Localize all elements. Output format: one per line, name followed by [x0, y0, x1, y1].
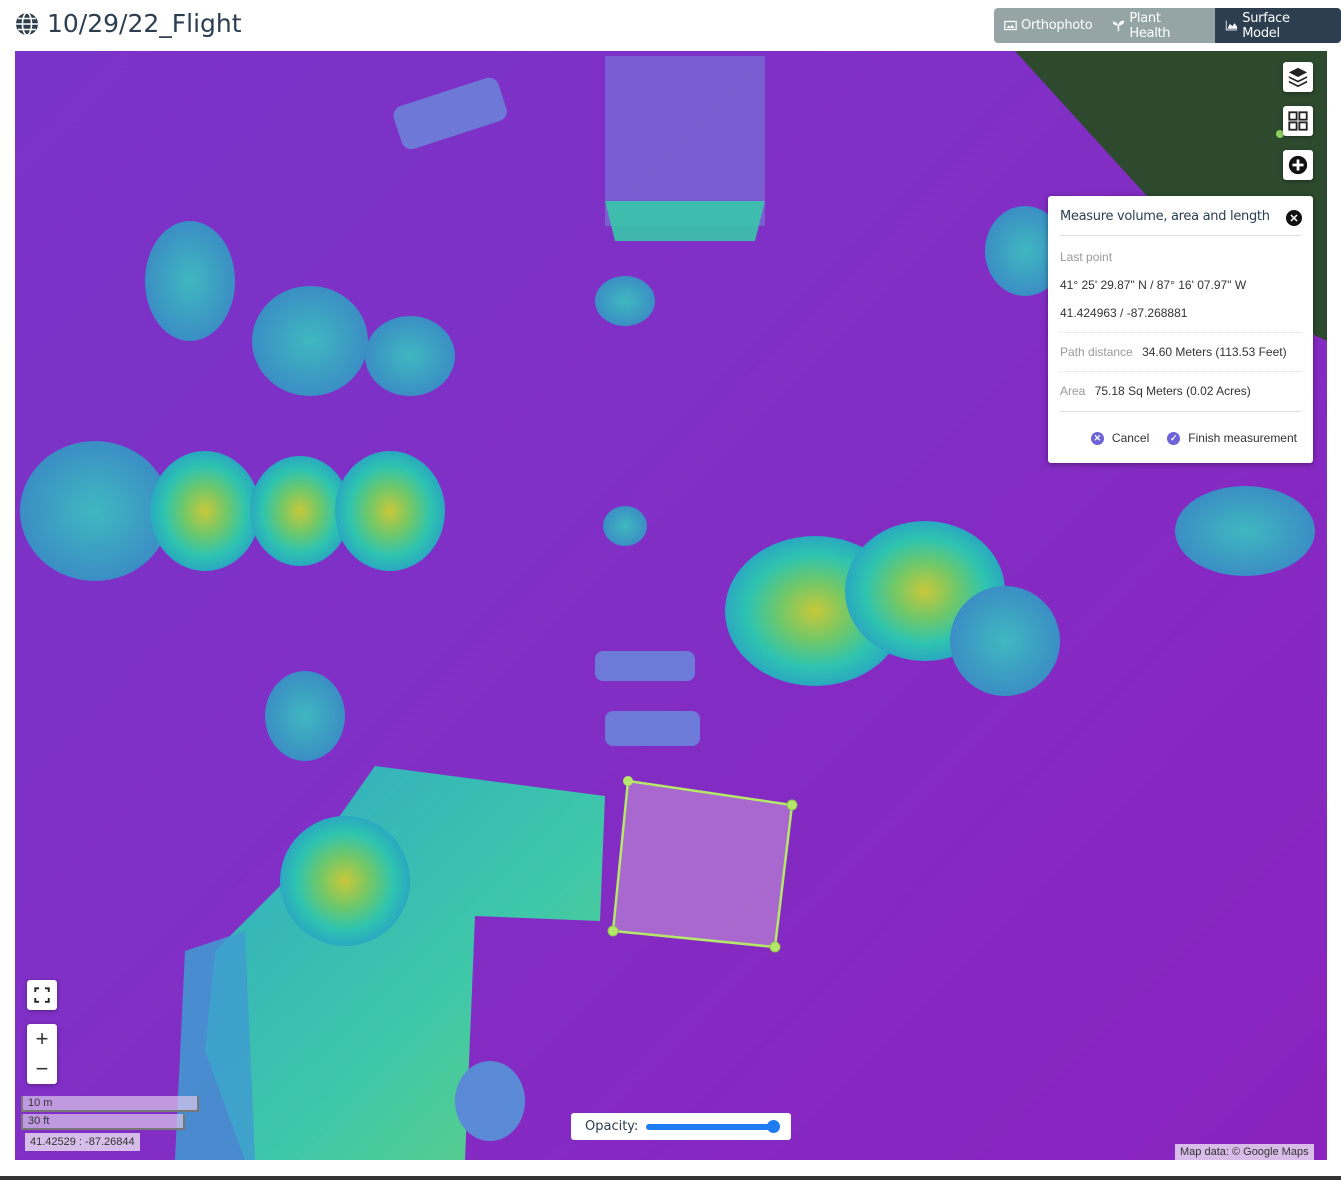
- zoom-in-button[interactable]: +: [36, 1024, 49, 1054]
- orthophoto-button[interactable]: Orthophoto: [994, 8, 1103, 43]
- map-attribution: Map data: © Google Maps: [1175, 1144, 1314, 1160]
- last-point-decimal: 41.424963 / -87.268881: [1060, 306, 1188, 320]
- area-label: Area: [1060, 384, 1086, 398]
- check-icon: ✓: [1167, 431, 1181, 445]
- cancel-icon: ✕: [1090, 431, 1104, 445]
- grid-icon: [1288, 111, 1308, 131]
- polygon-vertex: [769, 941, 781, 953]
- opacity-slider[interactable]: [646, 1119, 781, 1133]
- measurement-area-polygon: [611, 779, 794, 949]
- polygon-vertex: [786, 799, 798, 811]
- scale-imperial: 30 ft: [21, 1114, 185, 1130]
- path-distance-value: 34.60 Meters (113.53 Feet): [1142, 345, 1287, 359]
- measure-actions: ✕ Cancel ✓ Finish measurement: [1090, 431, 1297, 445]
- layers-button[interactable]: [1283, 62, 1313, 92]
- last-point-label: Last point: [1060, 250, 1113, 264]
- area-row: Area 75.18 Sq Meters (0.02 Acres): [1060, 384, 1251, 398]
- globe-icon: [16, 11, 38, 36]
- area-value: 75.18 Sq Meters (0.02 Acres): [1094, 384, 1251, 398]
- plus-circle-icon: [1288, 155, 1308, 175]
- opacity-slider-thumb[interactable]: [767, 1119, 781, 1133]
- measure-panel: Measure volume, area and length ✕ Last p…: [1048, 196, 1313, 463]
- zoom-out-button[interactable]: −: [36, 1054, 49, 1084]
- surface-model-button[interactable]: Surface Model: [1215, 8, 1341, 43]
- layers-icon: [1288, 67, 1308, 88]
- fullscreen-button[interactable]: [27, 980, 57, 1010]
- area-chart-icon: [1226, 20, 1238, 31]
- divider: [1060, 371, 1301, 372]
- plant-health-button[interactable]: Plant Health: [1102, 8, 1216, 43]
- polygon-vertex: [623, 776, 633, 786]
- finish-measurement-button[interactable]: ✓ Finish measurement: [1167, 431, 1297, 445]
- opacity-control: Opacity:: [571, 1113, 791, 1140]
- scale-metric: 10 m: [21, 1096, 199, 1112]
- opacity-label: Opacity:: [585, 1119, 639, 1134]
- cursor-coordinates: 41.42529 : -87.26844: [25, 1133, 140, 1151]
- fullscreen-icon: [34, 987, 50, 1003]
- image-icon: [1004, 20, 1017, 31]
- measure-panel-title: Measure volume, area and length: [1060, 209, 1270, 224]
- path-distance-label: Path distance: [1060, 345, 1133, 359]
- seedling-icon: [1113, 20, 1125, 32]
- bottom-border: [0, 1176, 1341, 1180]
- zoom-control: + −: [27, 1024, 57, 1084]
- page-title: 10/29/22_Flight: [15, 9, 242, 38]
- view-mode-toggle: Orthophoto Plant Health Surface Model: [994, 8, 1341, 43]
- grid-button[interactable]: [1283, 106, 1313, 136]
- divider: [1060, 332, 1301, 333]
- divider: [1060, 411, 1301, 412]
- last-point-dms: 41° 25' 29.87" N / 87° 16' 07.97" W: [1060, 278, 1247, 292]
- path-distance-row: Path distance 34.60 Meters (113.53 Feet): [1060, 345, 1287, 359]
- cancel-button[interactable]: ✕ Cancel: [1090, 431, 1149, 445]
- flight-title: 10/29/22_Flight: [47, 9, 242, 38]
- header: 10/29/22_Flight Orthophoto Plant Health …: [0, 0, 1341, 50]
- close-icon[interactable]: ✕: [1286, 210, 1302, 226]
- building-shape: [605, 56, 765, 226]
- polygon-vertex: [607, 925, 619, 937]
- divider: [1060, 235, 1301, 236]
- add-measurement-button[interactable]: [1283, 150, 1313, 180]
